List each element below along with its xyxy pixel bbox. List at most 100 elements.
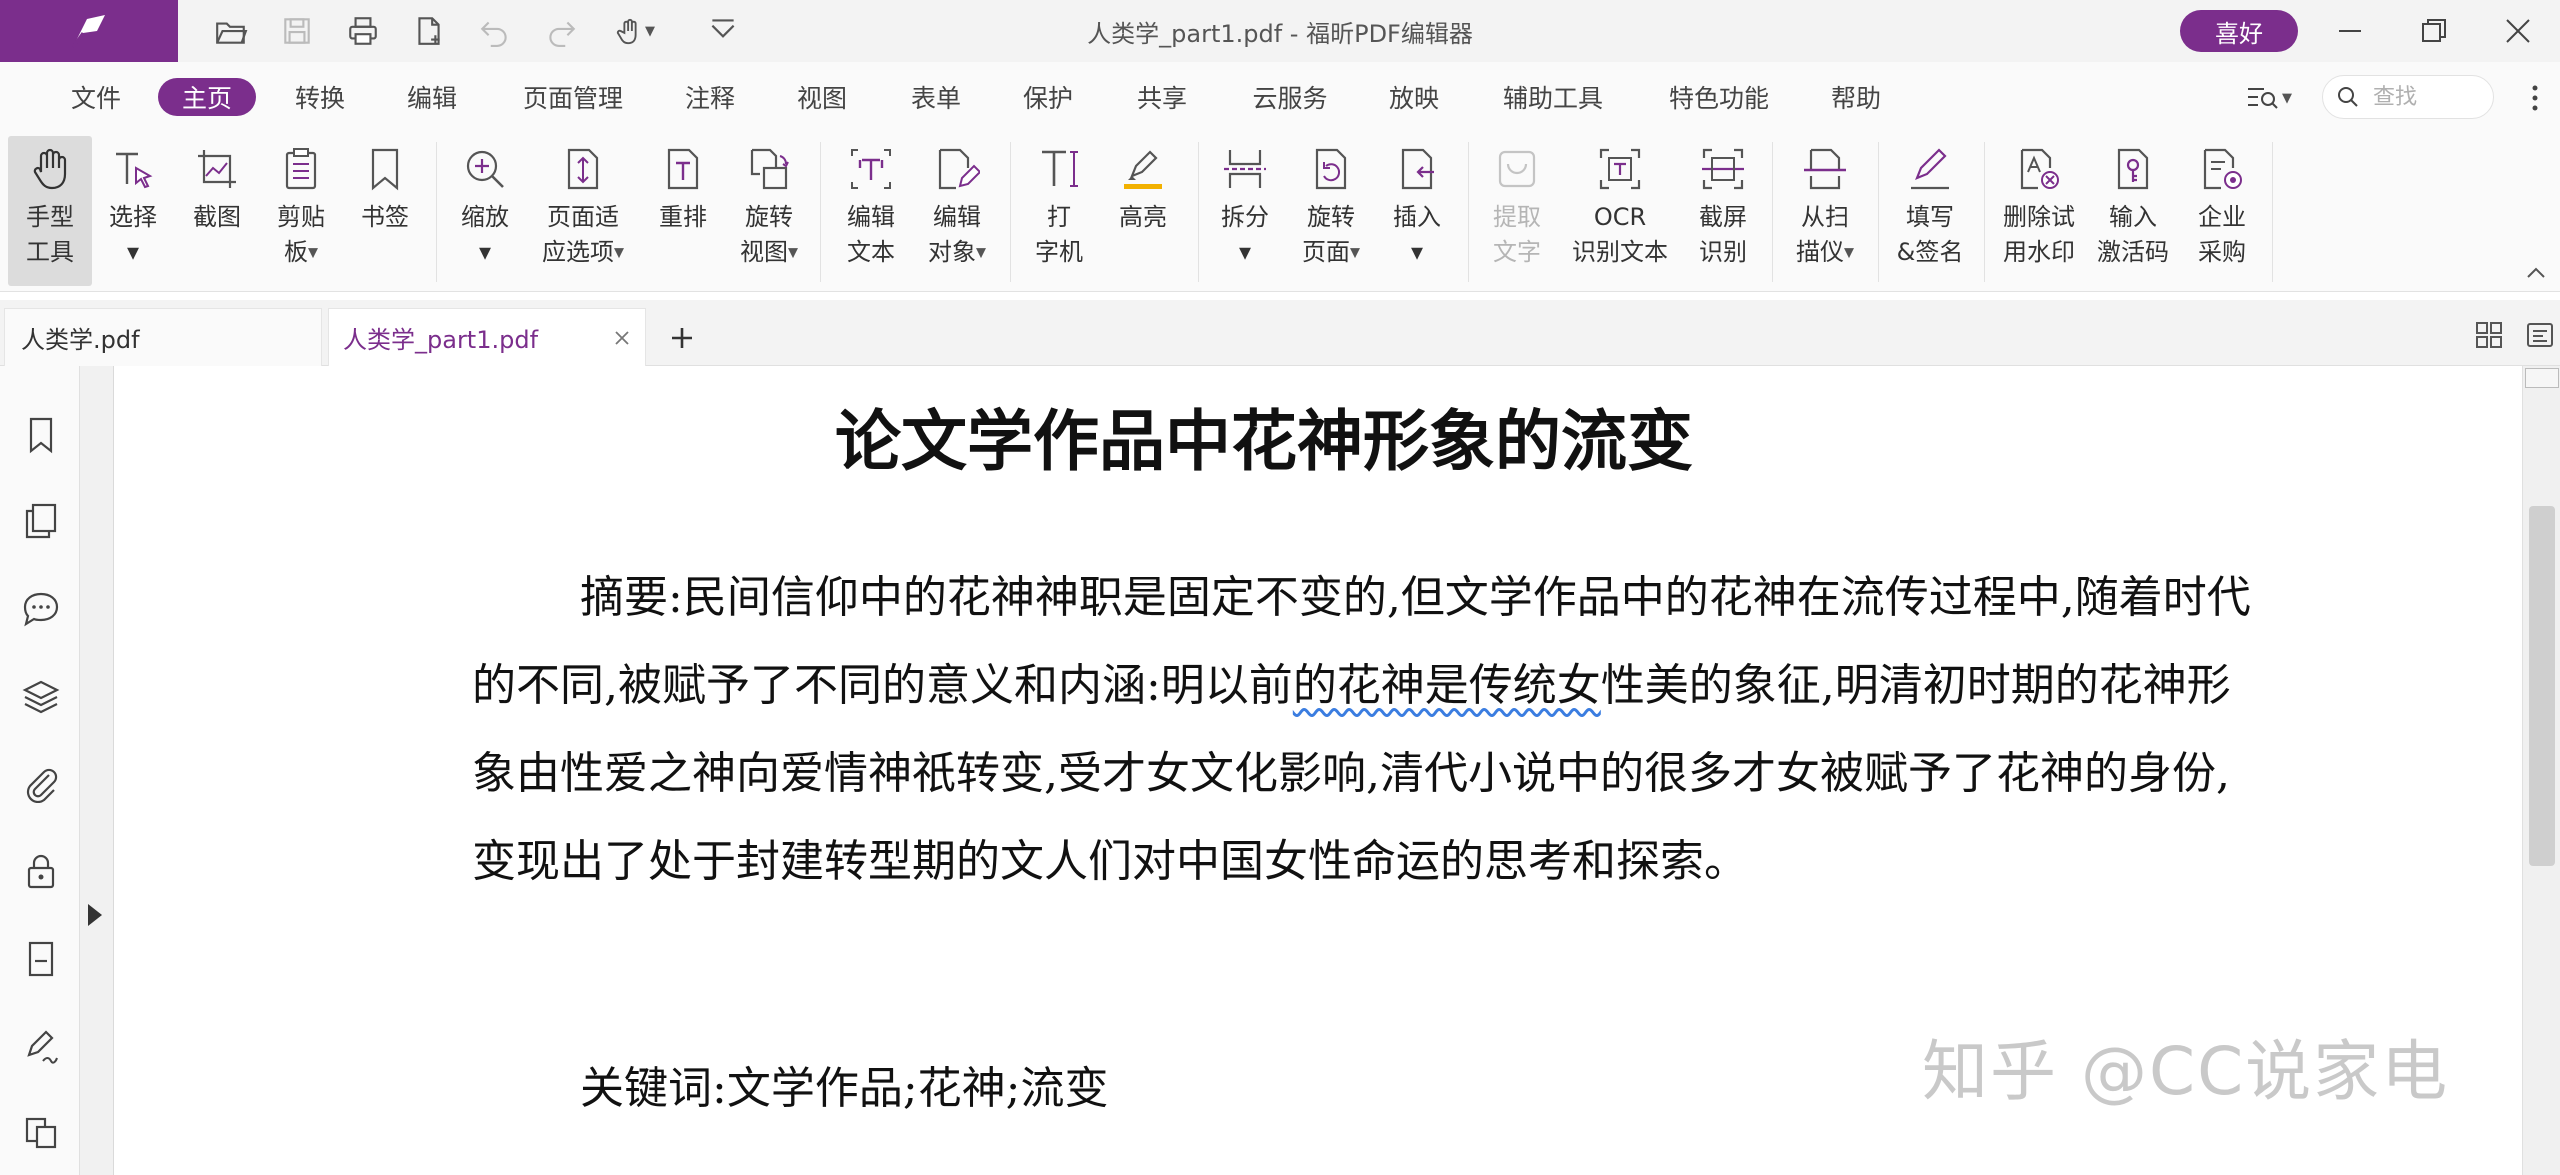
scroll-thumb[interactable]	[2529, 506, 2555, 866]
menu-file[interactable]: 文件	[66, 78, 126, 116]
more-options-button[interactable]	[2520, 80, 2550, 116]
search-icon	[2338, 87, 2358, 107]
menu-view[interactable]: 视图	[792, 78, 852, 116]
comments-panel-button[interactable]	[18, 586, 64, 632]
search-box[interactable]	[2322, 75, 2494, 119]
expand-panel-handle[interactable]	[80, 366, 114, 1175]
undo-icon	[480, 21, 507, 47]
print-button[interactable]	[340, 8, 386, 54]
layers-panel-button[interactable]	[18, 674, 64, 720]
reflow-button[interactable]: 重排	[650, 136, 716, 286]
close-window-button[interactable]	[2488, 6, 2548, 56]
close-tab-button[interactable]	[607, 323, 637, 353]
menu-convert[interactable]: 转换	[290, 78, 350, 116]
hand-tool-quick-button[interactable]: ▼	[604, 8, 666, 54]
menu-edit[interactable]: 编辑	[402, 78, 462, 116]
ribbon-toolbar: 手型 工具 选择 ▾ 截图 剪贴 板▼ 书签 缩放 ▾ 页面适 应选项▼ 重排 …	[0, 132, 2560, 292]
hand-tool-button[interactable]: 手型 工具	[8, 136, 92, 286]
zoom-button[interactable]: 缩放 ▾	[452, 136, 518, 286]
clipboard-button[interactable]: 剪贴 板▼	[268, 136, 334, 286]
snapshot-button[interactable]: 截图	[184, 136, 250, 286]
vertical-scrollbar[interactable]	[2522, 366, 2560, 1175]
undo-button[interactable]	[472, 8, 518, 54]
page-labels-panel-button[interactable]	[18, 936, 64, 982]
menu-accessibility[interactable]: 辅助工具	[1498, 78, 1608, 116]
new-tab-button[interactable]	[660, 316, 704, 360]
scroll-up-button[interactable]	[2525, 368, 2559, 388]
extract-text-button[interactable]: 提取 文字	[1484, 136, 1550, 286]
enterprise-purchase-button[interactable]: 企业 采购	[2184, 136, 2260, 286]
menu-cloud-service[interactable]: 云服务	[1248, 78, 1332, 116]
bookmark-button[interactable]: 书签	[352, 136, 418, 286]
screen-capture-icon	[1702, 148, 1744, 190]
minimize-button[interactable]	[2320, 6, 2380, 56]
chevron-down-icon: ▼	[788, 245, 798, 261]
search-input[interactable]	[2373, 84, 2483, 110]
document-viewer[interactable]: 论文学作品中花神形象的流变 摘要:民间信仰中的花神神职是固定不变的,但文学作品中…	[114, 366, 2522, 1175]
ocr-button[interactable]: OCR 识别文本	[1568, 136, 1672, 286]
menu-features[interactable]: 特色功能	[1664, 78, 1774, 116]
new-file-icon	[418, 17, 440, 45]
app-logo[interactable]	[0, 0, 178, 62]
select-text-icon	[116, 152, 153, 189]
tab-anthropology-pdf[interactable]: 人类学.pdf	[4, 308, 322, 366]
folder-open-icon	[216, 22, 248, 44]
menu-comment[interactable]: 注释	[680, 78, 740, 116]
insert-icon	[1401, 148, 1434, 190]
new-file-button[interactable]	[406, 8, 452, 54]
screen-capture-ocr-button[interactable]: 截屏 识别	[1690, 136, 1756, 286]
rotate-page-button[interactable]: 旋转 页面▼	[1296, 136, 1366, 286]
bookmarks-panel-button[interactable]	[18, 412, 64, 458]
select-tool-button[interactable]: 选择 ▾	[100, 136, 166, 286]
bookmark-icon	[29, 417, 53, 454]
ribbon-separator	[1198, 142, 1199, 282]
edit-text-button[interactable]: 编辑 文本	[838, 136, 904, 286]
enter-activation-code-button[interactable]: 输入 激活码	[2090, 136, 2176, 286]
menu-form[interactable]: 表单	[906, 78, 966, 116]
menu-help[interactable]: 帮助	[1826, 78, 1886, 116]
restore-button[interactable]	[2404, 6, 2464, 56]
insert-page-button[interactable]: 插入 ▾	[1384, 136, 1450, 286]
menu-home[interactable]: 主页	[158, 78, 256, 116]
menu-page-management[interactable]: 页面管理	[518, 78, 628, 116]
panel-toggle-button[interactable]	[2522, 316, 2558, 354]
restore-icon	[2422, 19, 2446, 42]
content-icon	[25, 1117, 57, 1149]
save-button[interactable]	[274, 8, 320, 54]
signature-pen-icon	[27, 1030, 58, 1064]
favorite-button[interactable]: 喜好	[2180, 10, 2298, 52]
signatures-panel-button[interactable]	[18, 1022, 64, 1068]
chevron-down-icon: ▼	[2282, 90, 2292, 106]
menu-protect[interactable]: 保护	[1018, 78, 1078, 116]
content-panel-button[interactable]	[18, 1108, 64, 1154]
menu-slideshow[interactable]: 放映	[1384, 78, 1444, 116]
page-thumbnails-button[interactable]	[18, 498, 64, 544]
chevron-right-icon	[88, 904, 102, 926]
fill-sign-button[interactable]: 填写 &签名	[1892, 136, 1968, 286]
ocr-icon	[1599, 148, 1641, 190]
remove-trial-watermark-button[interactable]: 删除试 用水印	[1996, 136, 2082, 286]
search-options-button[interactable]: ▼	[2246, 80, 2306, 116]
title-bar: ▼ 人类学_part1.pdf - 福昕PDF编辑器 喜好	[0, 0, 2560, 62]
customize-toolbar-button[interactable]	[700, 8, 746, 54]
rotate-view-icon	[750, 148, 789, 190]
menu-share[interactable]: 共享	[1132, 78, 1192, 116]
collapse-ribbon-button[interactable]	[2522, 260, 2550, 284]
from-scanner-button[interactable]: 从扫 描仪▼	[1790, 136, 1860, 286]
highlight-icon	[1124, 150, 1162, 189]
highlight-button[interactable]: 高亮	[1110, 136, 1176, 286]
security-panel-button[interactable]	[18, 848, 64, 894]
tab-anthropology-part1-pdf[interactable]: 人类学_part1.pdf	[328, 308, 646, 366]
abstract-paragraph: 摘要:民间信仰中的花神神职是固定不变的,但文学作品中的花神在流传过程中,随着时代…	[472, 572, 2251, 887]
redo-button[interactable]	[538, 8, 584, 54]
grid-view-button[interactable]	[2470, 316, 2508, 354]
rotate-view-button[interactable]: 旋转 视图▼	[734, 136, 804, 286]
fit-page-options-button[interactable]: 页面适 应选项▼	[534, 136, 632, 286]
open-file-button[interactable]	[208, 8, 254, 54]
edit-object-button[interactable]: 编辑 对象▼	[922, 136, 992, 286]
typewriter-button[interactable]: 打 字机	[1026, 136, 1092, 286]
split-button[interactable]: 拆分 ▾	[1212, 136, 1278, 286]
attachments-panel-button[interactable]	[18, 760, 64, 806]
chevron-down-icon: ▼	[614, 245, 624, 261]
activation-key-icon	[2117, 148, 2149, 190]
